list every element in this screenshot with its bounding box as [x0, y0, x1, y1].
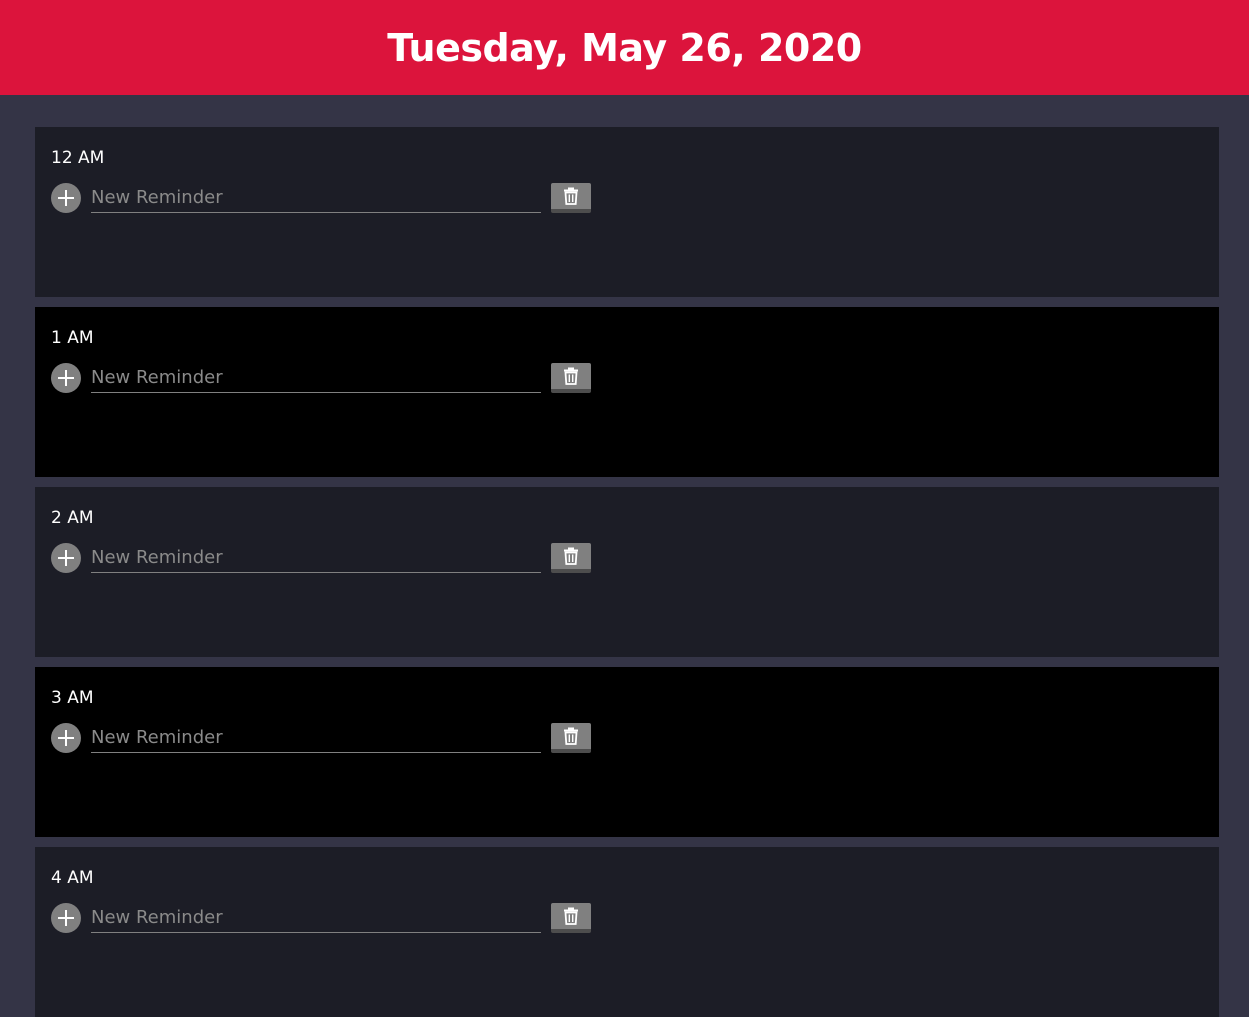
hour-label: 3 AM — [51, 688, 94, 708]
trash-icon — [564, 187, 578, 205]
hour-block: 3 AM — [35, 667, 1219, 837]
plus-icon — [58, 370, 74, 386]
add-reminder-button[interactable] — [51, 723, 81, 753]
plus-icon — [58, 190, 74, 206]
hour-label: 12 AM — [51, 148, 105, 168]
reminder-input[interactable] — [91, 363, 541, 393]
trash-icon — [564, 727, 578, 745]
delete-reminder-button[interactable] — [551, 183, 591, 213]
hour-label: 2 AM — [51, 508, 94, 528]
delete-reminder-button[interactable] — [551, 363, 591, 393]
reminder-row — [51, 543, 1203, 573]
page-header: Tuesday, May 26, 2020 — [0, 0, 1249, 95]
trash-icon — [564, 367, 578, 385]
reminder-row — [51, 903, 1203, 933]
plus-icon — [58, 910, 74, 926]
add-reminder-button[interactable] — [51, 903, 81, 933]
plus-icon — [58, 730, 74, 746]
hour-block: 1 AM — [35, 307, 1219, 477]
hour-list: 12 AM 1 AM — [0, 95, 1249, 1017]
page-title: Tuesday, May 26, 2020 — [387, 25, 862, 70]
add-reminder-button[interactable] — [51, 543, 81, 573]
hour-block: 12 AM — [35, 127, 1219, 297]
reminder-input[interactable] — [91, 903, 541, 933]
reminder-input[interactable] — [91, 543, 541, 573]
delete-reminder-button[interactable] — [551, 723, 591, 753]
reminder-row — [51, 183, 1203, 213]
trash-icon — [564, 547, 578, 565]
trash-icon — [564, 907, 578, 925]
hour-label: 1 AM — [51, 328, 94, 348]
hour-block: 4 AM — [35, 847, 1219, 1017]
delete-reminder-button[interactable] — [551, 543, 591, 573]
reminder-row — [51, 363, 1203, 393]
reminder-row — [51, 723, 1203, 753]
add-reminder-button[interactable] — [51, 363, 81, 393]
hour-block: 2 AM — [35, 487, 1219, 657]
plus-icon — [58, 550, 74, 566]
add-reminder-button[interactable] — [51, 183, 81, 213]
hour-label: 4 AM — [51, 868, 94, 888]
delete-reminder-button[interactable] — [551, 903, 591, 933]
reminder-input[interactable] — [91, 723, 541, 753]
reminder-input[interactable] — [91, 183, 541, 213]
